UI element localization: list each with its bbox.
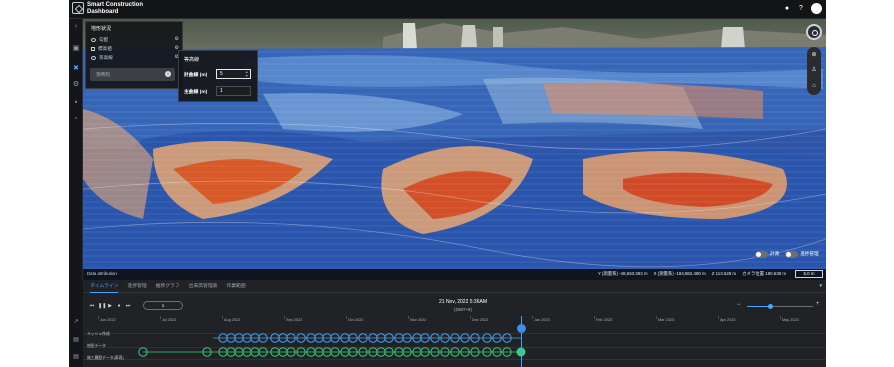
timeline-markers xyxy=(138,333,526,357)
layer-item-slope[interactable]: 勾配 ⚙ xyxy=(91,36,179,43)
toggle-switch[interactable] xyxy=(785,250,799,258)
tab-progress[interactable]: 進捗管理 xyxy=(127,280,146,293)
brand-line1: Smart Construction xyxy=(87,2,144,8)
layer-item-elevation[interactable]: 標高値 ⚙ xyxy=(91,45,179,52)
layers-panel-title: 地形状況 xyxy=(91,26,112,32)
coord-x: X (測量系) -194,882.480 m xyxy=(653,271,706,276)
minor-contour-value: 1 xyxy=(220,88,223,94)
zoom-slider-handle[interactable] xyxy=(767,304,773,309)
map-toggles: 計測 進捗管理 xyxy=(755,248,823,260)
play-icon[interactable]: ▶ xyxy=(107,303,113,309)
settings-icon[interactable]: ⚙ xyxy=(72,81,80,89)
skip-forward-icon[interactable]: ⏭ xyxy=(125,303,131,309)
stop-icon[interactable]: ● xyxy=(116,303,122,309)
top-bar-actions: ● ? xyxy=(783,3,822,14)
square-icon[interactable] xyxy=(91,46,95,51)
current-date: 21 Nov, 2022 5:36AM xyxy=(439,299,487,305)
data-attribution-link[interactable]: Data attribution xyxy=(87,271,117,276)
tab-volume-table[interactable]: 出来高管理表 xyxy=(189,280,218,293)
app-window: Smart Construction Dashboard ● ? › ▣ ✖ ⚙… xyxy=(69,0,826,367)
tools-icon[interactable]: ✖ xyxy=(72,65,80,73)
major-contour-value: 5 xyxy=(220,71,223,77)
target-icon[interactable]: ⊕ xyxy=(810,51,818,59)
document-icon[interactable]: ▤ xyxy=(72,353,80,361)
logo-icon[interactable] xyxy=(72,2,84,14)
timezone-label: (GMT+9) xyxy=(454,307,472,312)
layers-icon[interactable]: ▣ xyxy=(72,45,80,53)
minor-contour-label: 主曲線 (m) xyxy=(184,90,208,95)
map-view-controls: ⊕ ♙ ⌂ xyxy=(807,47,821,95)
contour-settings-panel: 等高線 計曲線 (m) 5 ▲ ▼ 主曲線 (m) 1 xyxy=(178,50,258,102)
current-time-label: 現時刻 xyxy=(96,72,110,77)
layer-item-label: 等高線 xyxy=(99,54,113,60)
minor-contour-input[interactable]: 1 xyxy=(216,86,251,96)
camera-height: カメラ位置 180.538 m xyxy=(742,271,786,276)
zoom-slider-fill xyxy=(747,306,771,307)
brand-line2: Dashboard xyxy=(87,8,119,15)
spinner-icon[interactable]: ▲ ▼ xyxy=(245,70,248,78)
toggle-label: 進捗管理 xyxy=(800,251,819,256)
progress-toggle[interactable]: 進捗管理 xyxy=(785,250,819,258)
person-icon[interactable]: ♙ xyxy=(810,66,818,74)
timeline-chart[interactable]: Jun 2022 Jul 2022 Aug 2022 Sep 2022 Oct 2022… xyxy=(83,316,826,367)
chevron-down-icon[interactable]: ▾ xyxy=(819,283,822,289)
playback-bar: ⏮ ❚❚ ▶ ● ⏭ 1 21 Nov, 2022 5:36AM (GMT+9)… xyxy=(83,298,826,312)
bottom-left-rail: ↗ ▤ ▤ xyxy=(69,280,83,367)
external-link-icon[interactable]: ↗ xyxy=(72,318,80,326)
tab-timeline[interactable]: タイムライン xyxy=(90,280,119,293)
zoom-in-icon[interactable]: + xyxy=(816,301,820,307)
coord-y: Y (測量系) -48,663.383 m xyxy=(597,271,648,276)
pause-icon[interactable]: ❚❚ xyxy=(98,303,106,309)
current-time-button[interactable]: 現時刻 × xyxy=(90,68,175,81)
coord-z: Z 113.628 m xyxy=(711,271,737,276)
document-icon[interactable]: ▤ xyxy=(72,336,80,344)
top-bar: Smart Construction Dashboard ● ? xyxy=(69,0,826,19)
brand-title: Smart Construction Dashboard xyxy=(87,2,143,15)
folder-icon[interactable]: ▫ xyxy=(72,115,80,123)
skip-back-icon[interactable]: ⏮ xyxy=(89,303,95,309)
compass-icon[interactable] xyxy=(806,24,822,40)
user-avatar-icon[interactable] xyxy=(811,3,822,14)
home-icon[interactable]: ⌂ xyxy=(810,82,818,90)
major-contour-label: 計曲線 (m) xyxy=(184,73,208,78)
toggle-switch[interactable] xyxy=(755,250,768,258)
terrain-map[interactable]: 地形状況 勾配 ⚙ 標高値 ⚙ 等高線 ⚙ 現時刻 × 等高線 計曲線 (m) … xyxy=(83,19,826,280)
major-contour-input[interactable]: 5 ▲ ▼ xyxy=(216,69,251,79)
contour-panel-title: 等高線 xyxy=(184,57,200,63)
eye-icon[interactable] xyxy=(91,55,96,60)
close-icon[interactable]: × xyxy=(165,71,171,77)
layer-item-contour[interactable]: 等高線 ⚙ xyxy=(91,54,179,61)
gear-icon[interactable]: ⚙ xyxy=(175,36,179,42)
playback-controls: ⏮ ❚❚ ▶ ● ⏭ xyxy=(89,303,131,309)
zoom-out-icon[interactable]: − xyxy=(737,302,741,308)
measure-toggle[interactable]: 計測 xyxy=(755,250,780,258)
timeline-cursor-handle[interactable] xyxy=(517,324,526,333)
bottom-tabs: タイムライン 進捗管理 推移グラフ 出来高管理表 作業範囲 ▾ xyxy=(83,280,826,293)
timeline-section: タイムライン 進捗管理 推移グラフ 出来高管理表 作業範囲 ▾ ⏮ ❚❚ ▶ ●… xyxy=(83,280,826,367)
timeline-zoom-slider[interactable] xyxy=(747,304,813,309)
coordinate-readout: Y (測量系) -48,663.383 m X (測量系) -194,882.4… xyxy=(598,271,786,277)
playback-speed-input[interactable]: 1 xyxy=(143,301,183,310)
bell-icon[interactable]: ● xyxy=(783,4,791,13)
toggle-label: 計測 xyxy=(770,251,780,256)
map-status-bar: Data attribution Y (測量系) -48,663.383 m X… xyxy=(83,269,826,280)
tab-work-area[interactable]: 作業範囲 xyxy=(226,280,245,293)
layer-item-label: 標高値 xyxy=(98,45,112,51)
tab-trend-graph[interactable]: 推移グラフ xyxy=(156,280,180,293)
layer-item-label: 勾配 xyxy=(99,36,109,42)
chevron-right-icon[interactable]: › xyxy=(72,23,80,31)
help-icon[interactable]: ? xyxy=(797,4,805,13)
truck-icon[interactable]: ▪ xyxy=(72,99,80,107)
layers-panel: 地形状況 勾配 ⚙ 標高値 ⚙ 等高線 ⚙ 現時刻 × xyxy=(85,21,183,89)
eye-icon[interactable] xyxy=(91,37,96,42)
scale-bar: 5.0 m xyxy=(795,270,823,278)
